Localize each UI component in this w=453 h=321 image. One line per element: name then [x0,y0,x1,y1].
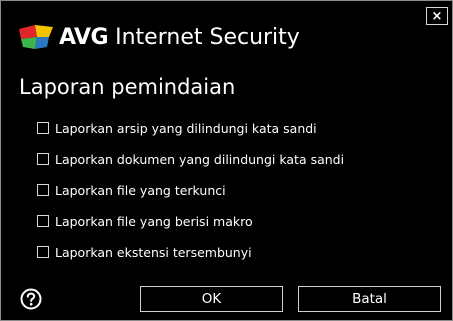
page-title: Laporan pemindaian [19,75,236,99]
option-report-archives[interactable]: Laporkan arsip yang dilindungi kata sand… [37,119,377,137]
brand-name: AVG [59,25,109,50]
checkbox[interactable] [37,153,49,165]
option-report-macro-files[interactable]: Laporkan file yang berisi makro [37,212,377,230]
checkbox[interactable] [37,122,49,134]
ok-button[interactable]: OK [140,286,283,312]
avg-logo-icon [19,25,53,49]
cancel-button[interactable]: Batal [298,286,441,312]
app-title: AVG Internet Security [59,25,300,50]
product-name: Internet Security [115,25,300,50]
checkbox[interactable] [37,215,49,227]
option-label: Laporkan arsip yang dilindungi kata sand… [55,120,317,136]
option-report-locked-files[interactable]: Laporkan file yang terkunci [37,181,377,199]
help-icon[interactable] [20,288,42,310]
option-label: Laporkan file yang terkunci [55,182,226,198]
option-label: Laporkan ekstensi tersembunyi [55,244,252,260]
option-label: Laporkan file yang berisi makro [55,213,253,229]
close-icon: × [431,8,443,24]
checkbox[interactable] [37,184,49,196]
option-report-hidden-extensions[interactable]: Laporkan ekstensi tersembunyi [37,243,377,261]
option-report-documents[interactable]: Laporkan dokumen yang dilindungi kata sa… [37,150,377,168]
close-button[interactable]: × [426,7,448,25]
avg-dialog-window: AVG Internet Security × Laporan pemindai… [0,0,453,321]
title-bar: AVG Internet Security × [1,1,452,63]
option-label: Laporkan dokumen yang dilindungi kata sa… [55,151,345,167]
checkbox[interactable] [37,246,49,258]
